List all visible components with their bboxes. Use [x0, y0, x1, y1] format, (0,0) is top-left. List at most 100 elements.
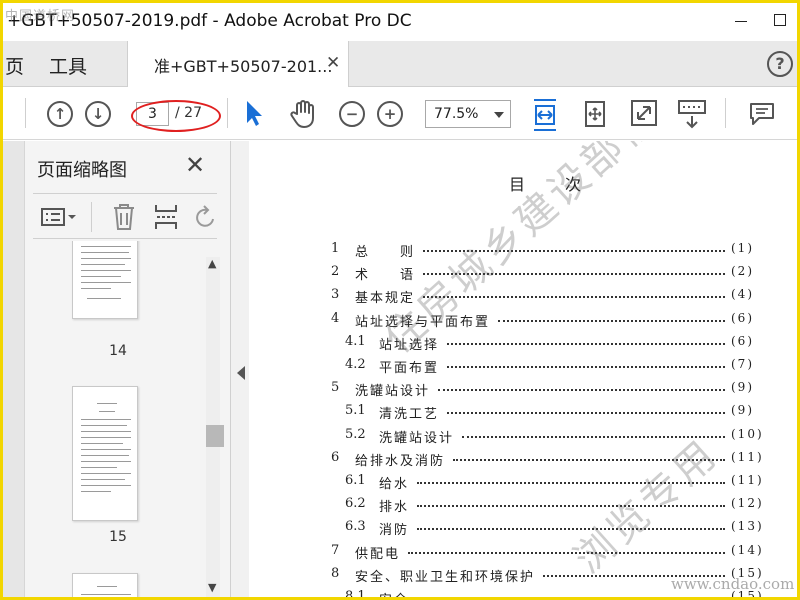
help-button[interactable]: ? — [767, 51, 793, 77]
toc-entry-title: 给排水及消防 — [355, 453, 446, 469]
toc-leader-dots — [408, 551, 725, 554]
select-tool-button[interactable] — [243, 98, 265, 132]
close-pane-icon[interactable]: ✕ — [185, 151, 205, 179]
thumbnail-toolbar — [33, 193, 217, 239]
toc-entry-number: 3 — [331, 287, 340, 303]
toc-entry-page: (12) — [731, 496, 764, 511]
pane-title: 页面缩略图 — [37, 160, 127, 181]
toc-entry-number: 6.2 — [345, 496, 366, 512]
thumbnail-label-15: 15 — [109, 529, 127, 545]
keyboard-down-icon — [678, 100, 706, 129]
thumbnail-page-15[interactable] — [72, 386, 138, 521]
rotate-page-button[interactable] — [193, 204, 217, 234]
title-bar: +GBT+50507-2019.pdf - Adobe Acrobat Pro … — [3, 3, 797, 41]
full-screen-button[interactable] — [629, 98, 659, 132]
toolbar-divider — [25, 98, 26, 128]
toc-entry-page: (11) — [731, 449, 764, 464]
zoom-in-button[interactable]: + — [377, 101, 403, 127]
insert-page-button[interactable] — [153, 202, 179, 236]
toc-entry[interactable]: 4.2 平面布置 (7) — [249, 357, 797, 377]
comment-icon — [750, 103, 774, 125]
hand-tool-button[interactable] — [287, 98, 319, 134]
toc-entry-title: 安全、职业卫生和环境保护 — [355, 569, 536, 585]
toc-entry[interactable]: 6.2 排水 (12) — [249, 496, 797, 516]
tab-document[interactable]: 准+GBT+50507-201... ✕ — [127, 41, 349, 87]
toc-entry[interactable]: 4.1 站址选择 (6) — [249, 333, 797, 354]
thumbnail-page-14[interactable] — [72, 241, 138, 319]
toc-entry-page: (7) — [731, 357, 754, 371]
trash-icon — [114, 204, 134, 230]
navigation-strip — [3, 141, 25, 597]
toc-entry-number: 5.1 — [345, 403, 366, 419]
toc-leader-dots — [447, 342, 725, 345]
toc-entry[interactable]: 2 术 语 (2) — [249, 264, 797, 284]
toc-entry-title: 术 语 — [355, 268, 416, 284]
maximize-button[interactable] — [769, 9, 793, 33]
toc-entry-title: 消防 — [379, 523, 410, 539]
annotation-ellipse — [131, 100, 221, 132]
next-page-button[interactable]: ↓ — [85, 101, 111, 127]
toc-entry-number: 4 — [331, 310, 340, 326]
toc-entry-page: (9) — [731, 403, 754, 418]
tab-bar: 页 工具 准+GBT+50507-201... ✕ ? — [3, 41, 797, 87]
delete-page-button[interactable] — [111, 202, 137, 236]
toc-entry[interactable]: 5.1 清洗工艺 (9) — [249, 403, 797, 423]
expand-icon — [631, 100, 657, 126]
list-menu-icon — [41, 208, 76, 226]
toc-entry-page: (6) — [731, 333, 754, 348]
arrow-cursor-icon — [247, 101, 262, 126]
toc-entry-page: (11) — [731, 473, 764, 487]
options-menu-button[interactable] — [41, 206, 77, 232]
toolbar: ↑ ↓ 3 / 27 − + 77.5% — [3, 88, 797, 140]
toc-leader-dots — [438, 389, 725, 392]
maximize-icon — [774, 14, 786, 26]
toc-entry[interactable]: 5 洗罐站设计 (9) — [249, 380, 797, 400]
thumbnail-list: 14 15 — [33, 241, 203, 597]
previous-page-button[interactable]: ↑ — [47, 101, 73, 127]
toc-entry[interactable]: 4 站址选择与平面布置 (6) — [249, 310, 797, 331]
hand-icon — [290, 100, 314, 128]
scrollbar-thumb[interactable] — [206, 425, 224, 447]
comment-button[interactable] — [747, 98, 777, 132]
acrobat-window: +GBT+50507-2019.pdf - Adobe Acrobat Pro … — [0, 0, 800, 600]
zoom-dropdown[interactable]: 77.5% — [425, 100, 511, 128]
toc-entry-number: 5 — [331, 380, 340, 396]
toc-entry[interactable]: 7 供配电 (14) — [249, 542, 797, 563]
site-logo-watermark: 中国道桥网 — [5, 9, 76, 24]
toc-entry-number: 5.2 — [345, 426, 366, 442]
zoom-out-button[interactable]: − — [339, 101, 365, 127]
page-view-icon — [585, 101, 605, 127]
toc-entry-page: (2) — [731, 264, 754, 279]
toc-entry-title: 安全 — [379, 589, 409, 597]
thumbnail-page-16[interactable] — [72, 573, 138, 597]
thumbnail-pane: 页面缩略图 ✕ 14 15 ▲ ▼ — [3, 141, 231, 597]
collapse-pane-icon[interactable] — [237, 366, 245, 380]
chevron-down-icon[interactable]: ▼ — [208, 581, 216, 594]
toc-leader-dots — [498, 319, 725, 322]
toc-entry-page: (13) — [731, 519, 764, 534]
chevron-down-icon — [494, 112, 504, 118]
minimize-button[interactable] — [729, 9, 753, 33]
toc-entry-number: 6.3 — [345, 519, 366, 535]
chevron-up-icon[interactable]: ▲ — [208, 257, 216, 270]
rotate-view-button[interactable] — [581, 98, 609, 134]
fit-width-button[interactable] — [531, 98, 559, 136]
toc-entry[interactable]: 3 基本规定 (4) — [249, 287, 797, 307]
toc-entry-number: 2 — [331, 264, 340, 280]
tab-tools[interactable]: 工具 — [49, 52, 87, 79]
toc-entry-page: (10) — [731, 426, 764, 441]
tab-home[interactable]: 页 — [5, 52, 24, 79]
toc-entry-page: (6) — [731, 310, 754, 325]
toc-entry-number: 7 — [331, 542, 340, 558]
read-mode-button[interactable] — [677, 98, 707, 134]
toc-entry-title: 清洗工艺 — [379, 407, 440, 423]
toc-entry-number: 6 — [331, 449, 340, 465]
close-icon[interactable]: ✕ — [326, 53, 340, 73]
toolbar-divider — [227, 98, 228, 128]
toc-entry[interactable]: 6.3 消防 (13) — [249, 519, 797, 539]
toc-entry-title: 总 则 — [355, 245, 416, 260]
toc-entry-title: 供配电 — [355, 546, 401, 562]
toc-entry-number: 8 — [331, 565, 340, 581]
toc-entry[interactable]: 5.2 洗罐站设计 (10) — [249, 426, 797, 447]
toc-entry-number: 1 — [331, 241, 340, 256]
